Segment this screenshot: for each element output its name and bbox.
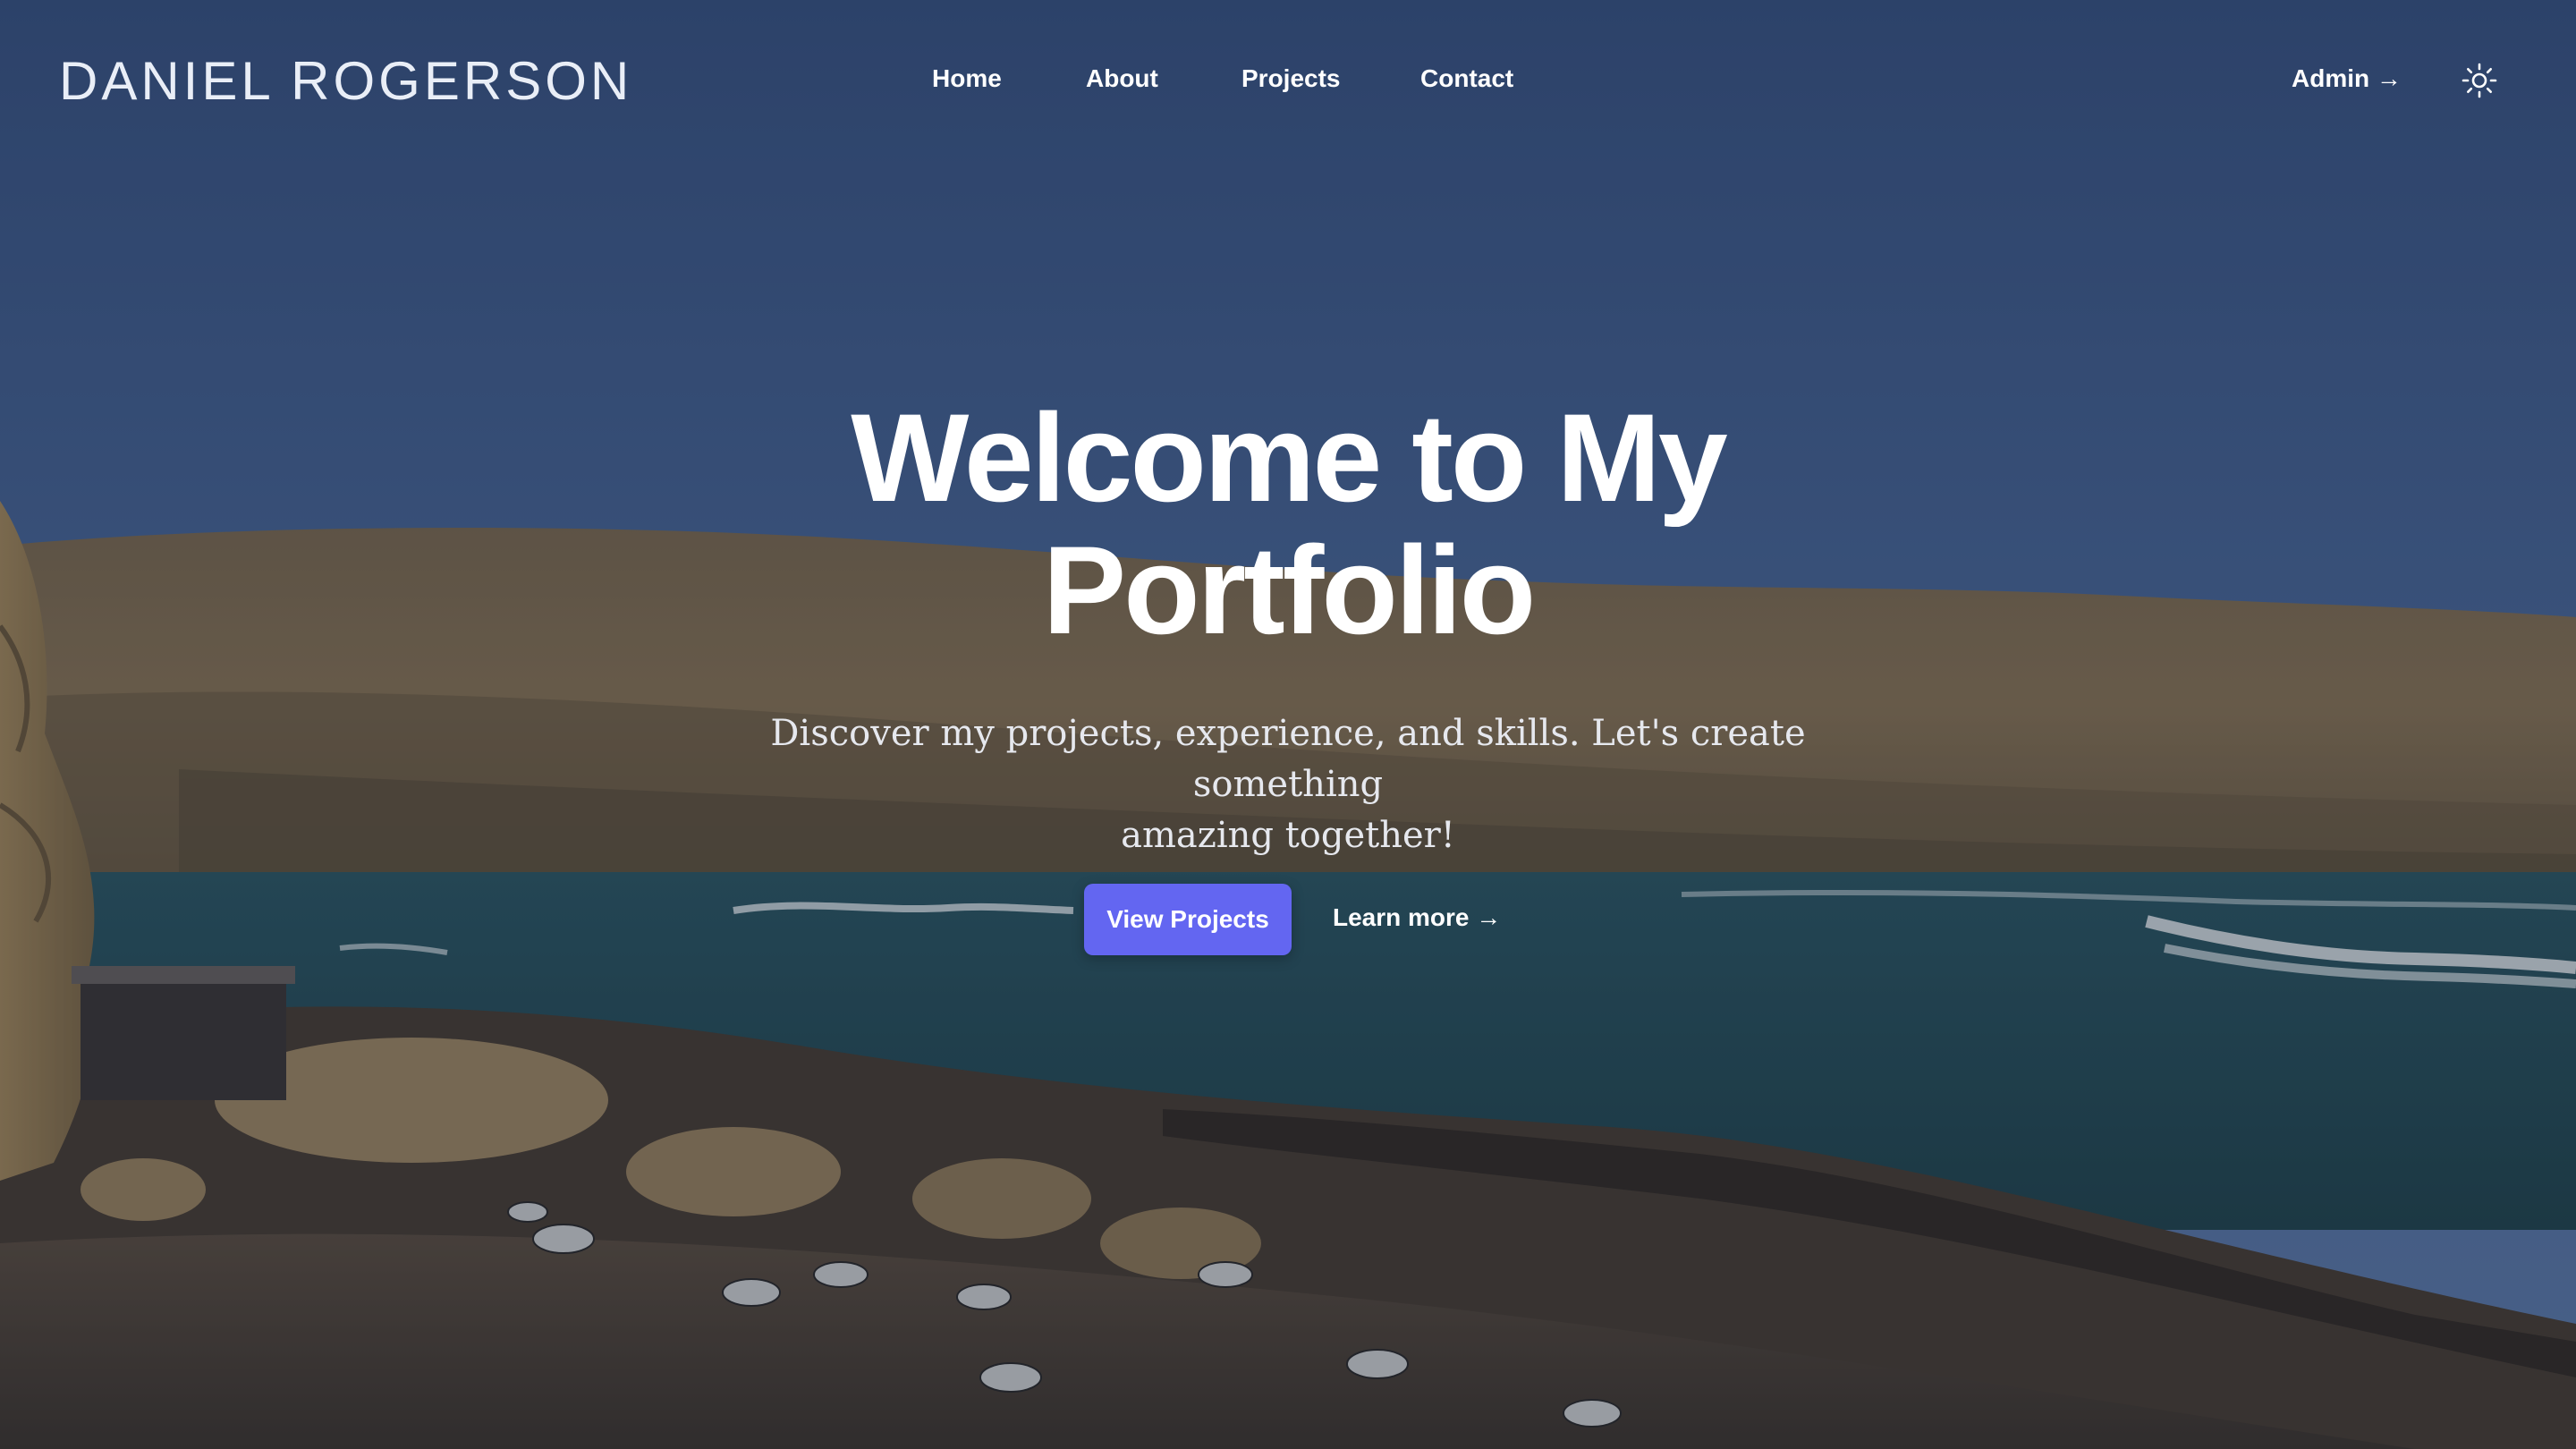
nav-home-link[interactable]: Home bbox=[932, 64, 1002, 93]
admin-link[interactable]: Admin → bbox=[2292, 64, 2402, 93]
nav-about-link[interactable]: About bbox=[1086, 64, 1158, 93]
learn-more-link[interactable]: Learn more → bbox=[1333, 903, 1501, 932]
hero-subtitle-line-1: Discover my projects, experience, and sk… bbox=[770, 713, 1806, 805]
hero-title: Welcome to My Portfolio bbox=[572, 392, 2004, 657]
theme-toggle-button[interactable] bbox=[2458, 59, 2501, 102]
brand-logo[interactable]: DANIEL ROGERSON bbox=[59, 50, 632, 112]
hero-title-line-2: Portfolio bbox=[1042, 520, 1536, 660]
hero-section: DANIEL ROGERSON Home About Projects Cont… bbox=[0, 0, 2576, 1449]
hero-subtitle: Discover my projects, experience, and sk… bbox=[680, 708, 1896, 861]
nav-projects-link[interactable]: Projects bbox=[1241, 64, 1341, 93]
hero-title-line-1: Welcome to My bbox=[851, 387, 1728, 528]
view-projects-button[interactable]: View Projects bbox=[1084, 884, 1292, 955]
nav-contact-link[interactable]: Contact bbox=[1420, 64, 1513, 93]
top-navigation: DANIEL ROGERSON Home About Projects Cont… bbox=[0, 0, 2576, 161]
hero-subtitle-line-2: amazing together! bbox=[1121, 815, 1455, 856]
sun-icon bbox=[2462, 63, 2497, 98]
